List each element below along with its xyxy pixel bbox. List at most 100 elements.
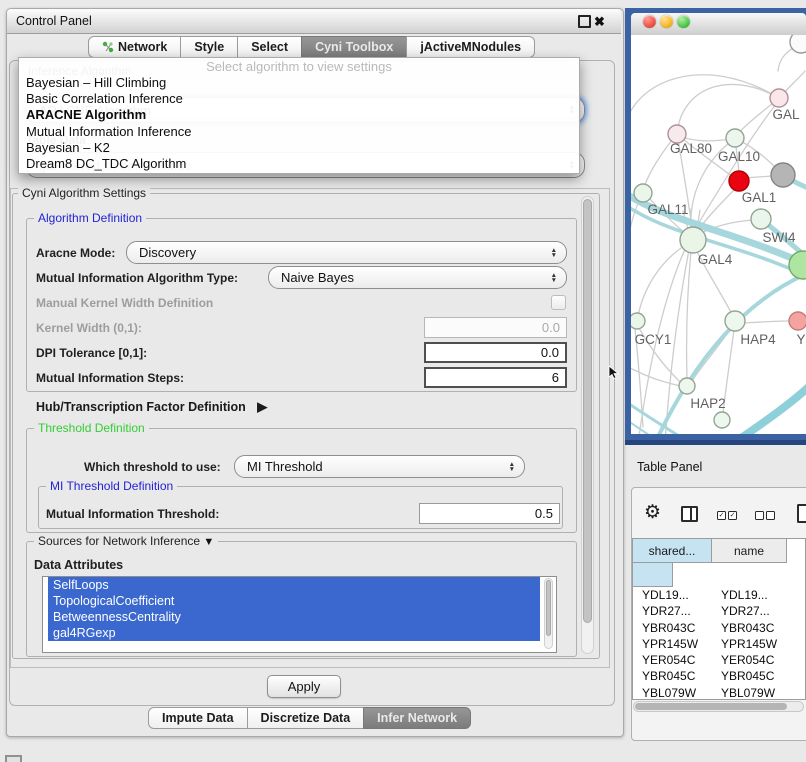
- table-cell: YBR045C: [712, 668, 787, 684]
- table-column-header[interactable]: name: [712, 539, 787, 563]
- network-window-titlebar[interactable]: [631, 13, 806, 36]
- tab-label: Impute Data: [162, 708, 234, 729]
- new-table-icon[interactable]: [797, 504, 806, 523]
- data-attribute-item[interactable]: TopologicalCoefficient: [48, 593, 540, 609]
- hub-definition-toggle[interactable]: Hub/Transcription Factor Definition ▶: [36, 399, 267, 415]
- table-row[interactable]: YBR043CYBR043C: [633, 620, 805, 636]
- network-node-hap4[interactable]: [725, 311, 745, 331]
- network-edge: [687, 251, 691, 379]
- node-table-body: YDL19...YDL19...13YDR27...YDR27...12YBR0…: [633, 587, 805, 700]
- algorithm-popup-item[interactable]: Basic Correlation Inference: [19, 91, 579, 107]
- table-cell: YBL079W: [633, 685, 712, 700]
- tab-jactivemnodules[interactable]: jActiveMNodules: [406, 36, 535, 58]
- data-attribute-item[interactable]: BetweennessCentrality: [48, 609, 540, 625]
- dpi-tolerance-label: DPI Tolerance [0,1]:: [36, 346, 147, 360]
- table-hscrollbar-thumb[interactable]: [635, 703, 787, 710]
- mi-steps-label: Mutual Information Steps:: [36, 371, 184, 385]
- select-all-columns-icon[interactable]: ✓ ✓: [717, 511, 737, 520]
- collapsed-arrow-icon[interactable]: ▶: [257, 399, 267, 414]
- table-row[interactable]: YER054CYER054C8.: [633, 652, 805, 668]
- manual-kernel-checkbox[interactable]: [551, 295, 566, 310]
- which-threshold-combo[interactable]: MI Threshold ▲▼: [234, 455, 525, 478]
- data-attributes-label: Data Attributes: [34, 558, 123, 572]
- table-cell: YDL19...: [633, 587, 712, 603]
- data-attribute-item[interactable]: gal4RGexp: [48, 625, 540, 641]
- deselect-all-columns-icon[interactable]: [755, 511, 775, 520]
- close-icon[interactable]: ✖: [594, 15, 605, 28]
- columns-icon[interactable]: [681, 506, 698, 522]
- algorithm-popup: Select algorithm to view settings Bayesi…: [18, 57, 580, 174]
- mi-steps-field[interactable]: 6: [424, 367, 567, 388]
- control-panel-titlebar: [7, 9, 621, 34]
- screen: Control Panel ✖ NetworkStyleSelectCyni T…: [0, 0, 806, 762]
- bottom-tab-discretize-data[interactable]: Discretize Data: [247, 707, 365, 729]
- apply-button[interactable]: Apply: [267, 675, 341, 698]
- network-icon: [102, 41, 114, 53]
- attributes-scrollbar-thumb[interactable]: [546, 580, 551, 636]
- settings-scrollbar[interactable]: [581, 196, 594, 654]
- table-row[interactable]: YDR27...YDR27...12: [633, 603, 805, 619]
- close-traffic-light[interactable]: [643, 15, 656, 28]
- bottom-tab-impute-data[interactable]: Impute Data: [148, 707, 248, 729]
- network-node-gal1[interactable]: [729, 171, 749, 191]
- tab-cyni-toolbox[interactable]: Cyni Toolbox: [301, 36, 407, 58]
- table-hscrollbar[interactable]: [633, 701, 804, 712]
- network-node-swi4[interactable]: [751, 209, 771, 229]
- table-row[interactable]: YDL19...YDL19...13: [633, 587, 805, 603]
- algorithm-popup-item[interactable]: Dream8 DC_TDC Algorithm: [19, 156, 579, 172]
- sources-label-text: Sources for Network Inference: [38, 534, 200, 548]
- network-node-hap2[interactable]: [679, 378, 695, 394]
- bottom-tab-infer-network[interactable]: Infer Network: [363, 707, 471, 729]
- data-attribute-item[interactable]: SelfLoops: [48, 577, 540, 593]
- table-row[interactable]: YBR045CYBR045C9.: [633, 668, 805, 684]
- tab-network[interactable]: Network: [88, 36, 181, 58]
- network-canvas[interactable]: GALGAL80GAL10GAL1GAL11SWI4GAL4GCY1HAP4YH…: [631, 35, 806, 434]
- minimize-traffic-light[interactable]: [660, 15, 673, 28]
- table-row[interactable]: YBL079WYBL079W: [633, 685, 805, 700]
- tab-style[interactable]: Style: [180, 36, 238, 58]
- network-node-y[interactable]: [789, 312, 806, 330]
- network-node-gal11[interactable]: [634, 184, 652, 202]
- minimized-panel-icon[interactable]: [5, 755, 22, 762]
- expanded-arrow-icon[interactable]: ▼: [203, 536, 214, 548]
- mi-threshold-label: Mutual Information Threshold:: [46, 507, 219, 521]
- mi-type-combo[interactable]: Naive Bayes ▲▼: [268, 266, 567, 289]
- network-node[interactable]: [714, 412, 730, 428]
- network-node-gcy1[interactable]: [631, 313, 645, 329]
- tab-label: Style: [194, 37, 224, 58]
- tab-select[interactable]: Select: [237, 36, 302, 58]
- table-row[interactable]: YPR145WYPR145W9.: [633, 636, 805, 652]
- tab-label: Discretize Data: [261, 708, 351, 729]
- algorithm-popup-item[interactable]: Bayesian – K2: [19, 140, 579, 156]
- settings-scrollbar-thumb[interactable]: [583, 199, 592, 623]
- network-node-label: GAL1: [742, 190, 777, 205]
- algorithm-popup-item[interactable]: ARACNE Algorithm: [19, 107, 579, 123]
- sources-group-label[interactable]: Sources for Network Inference ▼: [34, 534, 218, 548]
- table-cell: YDR27...: [633, 603, 712, 619]
- cyni-settings-label: Cyni Algorithm Settings: [18, 186, 150, 200]
- network-node[interactable]: [790, 35, 806, 53]
- gear-icon[interactable]: ⚙: [644, 503, 661, 522]
- threshold-definition-label: Threshold Definition: [34, 421, 149, 435]
- network-node[interactable]: [771, 163, 795, 187]
- kernel-width-field[interactable]: 0.0: [424, 317, 567, 338]
- control-panel-tabbar: Network Style Select Cyni Toolbox jActiveMNo…: [88, 36, 535, 58]
- network-node-gal4[interactable]: [680, 227, 706, 253]
- float-icon[interactable]: [578, 15, 591, 28]
- tab-label: jActiveMNodules: [420, 37, 521, 58]
- attributes-scrollbar[interactable]: [544, 578, 553, 649]
- node-table[interactable]: shared...name YDL19...YDL19...13YDR27...…: [632, 538, 806, 700]
- algorithm-popup-item[interactable]: Mutual Information Inference: [19, 124, 579, 140]
- table-column-header[interactable]: [633, 563, 673, 587]
- aracne-mode-combo[interactable]: Discovery ▲▼: [126, 241, 567, 264]
- data-attributes-list[interactable]: SelfLoopsTopologicalCoefficientBetweenne…: [42, 576, 557, 653]
- zoom-traffic-light[interactable]: [677, 15, 690, 28]
- network-node-gal10[interactable]: [726, 129, 744, 147]
- network-node-gal[interactable]: [770, 89, 788, 107]
- table-column-header[interactable]: shared...: [633, 539, 712, 563]
- mi-threshold-field[interactable]: 0.5: [419, 503, 560, 524]
- dpi-tolerance-field[interactable]: 0.0: [424, 342, 567, 363]
- combo-arrows-icon: ▲▼: [551, 273, 557, 283]
- tab-label: Select: [251, 37, 288, 58]
- algorithm-popup-item[interactable]: Bayesian – Hill Climbing: [19, 75, 579, 91]
